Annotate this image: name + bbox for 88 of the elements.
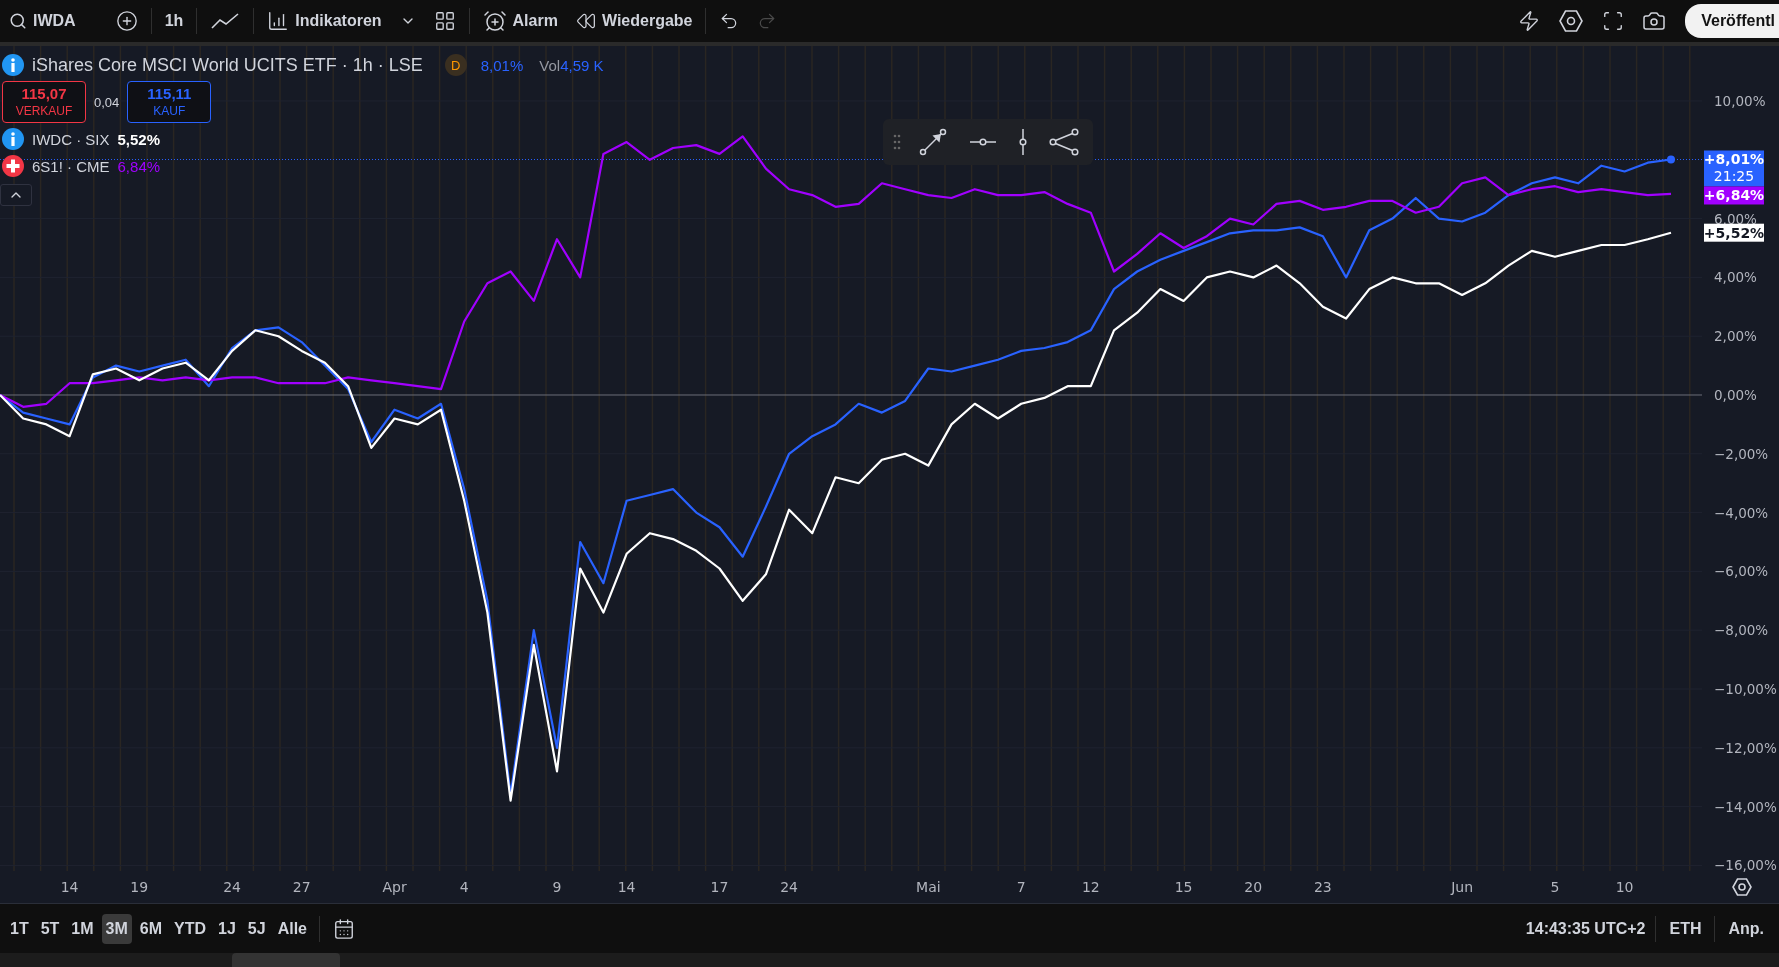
- lightning-icon: [1518, 10, 1541, 32]
- date-label: 9: [552, 879, 562, 895]
- date-label: 17: [710, 879, 729, 895]
- calendar-icon: [333, 917, 355, 940]
- interval-button[interactable]: 1h: [155, 6, 193, 36]
- axis-label: −8,00%: [1714, 622, 1769, 639]
- clock-time: 14:43:35 UTC+2: [1525, 919, 1646, 938]
- date-label: 7: [1016, 879, 1026, 895]
- date-label: 15: [1174, 879, 1193, 895]
- change-value: 8,01%: [480, 56, 524, 74]
- volume-value: 4,59 K: [560, 56, 604, 74]
- adjust-button[interactable]: Anp.: [1719, 913, 1773, 944]
- scroll-thumb[interactable]: [232, 953, 340, 967]
- date-label: 14: [60, 879, 79, 895]
- axis-label: 2,00%: [1714, 328, 1757, 345]
- axis-label: −10,00%: [1714, 681, 1777, 697]
- compare-change: 6,84%: [117, 157, 161, 175]
- publish-button[interactable]: Veröffentl: [1685, 4, 1779, 38]
- camera-icon: [1642, 9, 1667, 33]
- axis-label: −6,00%: [1714, 563, 1769, 580]
- range-tab[interactable]: 1M: [67, 913, 98, 944]
- compare-change: 5,52%: [117, 130, 161, 148]
- date-label: 12: [1081, 879, 1100, 895]
- alarm-clock-icon: [482, 9, 507, 33]
- range-tab[interactable]: 6M: [135, 913, 167, 944]
- buy-button[interactable]: 115,11 KAUF: [127, 81, 212, 123]
- dividend-badge: D: [444, 54, 467, 76]
- symbol-title: iShares Core MSCI World UCITS ETF · 1h · LSE: [32, 54, 423, 76]
- axis-label: 10,00%: [1714, 93, 1766, 109]
- axis-label: −4,00%: [1714, 504, 1769, 521]
- arrow-line-icon: [919, 128, 947, 156]
- alarm-button[interactable]: Alarm: [473, 3, 567, 39]
- range-tab[interactable]: 5T: [36, 913, 64, 944]
- date-label: 24: [223, 879, 241, 895]
- grid-icon: [433, 10, 456, 32]
- last-price-dot: [1667, 155, 1675, 164]
- date-label: 23: [1313, 879, 1332, 895]
- axis-label: 4,00%: [1714, 269, 1757, 286]
- date-label: 14: [617, 879, 636, 895]
- date-label: Jun: [1451, 879, 1474, 895]
- indicators-button[interactable]: Indikatoren: [258, 4, 391, 38]
- price-badge: +6,84%: [1703, 186, 1765, 205]
- axis-label: 0,00%: [1714, 387, 1757, 403]
- settings-icon[interactable]: [1732, 878, 1752, 896]
- symbol-search[interactable]: IWDA: [0, 6, 85, 36]
- date-label: 19: [130, 879, 149, 895]
- vertical-line-icon: [1019, 128, 1027, 156]
- range-tab[interactable]: YTD: [170, 913, 211, 944]
- range-tab[interactable]: Alle: [273, 913, 311, 944]
- drag-handle-icon[interactable]: [893, 134, 901, 150]
- bar-chart-icon: [267, 10, 290, 32]
- compare-symbol: IWDC · SIX: [32, 130, 110, 148]
- collapse-button[interactable]: [0, 184, 32, 206]
- horizontal-line-icon: [969, 138, 997, 146]
- date-label: 20: [1244, 879, 1263, 895]
- info-icon: [2, 54, 24, 76]
- axis-label: −16,00%: [1714, 857, 1777, 874]
- date-label: Mai: [916, 879, 941, 895]
- axis-label: −2,00%: [1714, 445, 1769, 462]
- sell-button[interactable]: 115,07 VERKAUF: [2, 81, 86, 123]
- plus-circle-icon: [115, 10, 138, 32]
- search-icon: [9, 12, 27, 30]
- info-icon: [2, 128, 24, 150]
- line-chart-icon: [210, 11, 241, 31]
- range-tab[interactable]: 3M: [101, 913, 132, 944]
- cross-flag-icon: [2, 155, 24, 177]
- axis-label: −14,00%: [1714, 798, 1777, 815]
- fullscreen-icon: [1602, 10, 1625, 32]
- range-tab[interactable]: 1T: [6, 913, 33, 944]
- date-label: 10: [1615, 879, 1634, 895]
- fork-line-icon: [1049, 128, 1079, 156]
- price-badge: +8,01% 21:25: [1703, 150, 1765, 187]
- volume-label: Vol: [539, 56, 561, 74]
- date-label: 5: [1550, 879, 1560, 895]
- date-label: 24: [780, 879, 798, 895]
- session-button[interactable]: ETH: [1660, 913, 1711, 944]
- settings-icon: [1558, 9, 1585, 33]
- rewind-icon: [575, 11, 596, 31]
- replay-button[interactable]: Wiedergabe: [566, 5, 702, 37]
- compare-symbol: 6S1! · CME: [32, 157, 110, 175]
- date-label: 27: [292, 879, 311, 895]
- price-badge: +5,52%: [1703, 223, 1765, 242]
- date-label: 4: [459, 879, 469, 895]
- range-tab[interactable]: 5J: [243, 913, 270, 944]
- date-label: Apr: [382, 879, 407, 895]
- axis-label: −12,00%: [1714, 739, 1777, 756]
- range-tab[interactable]: 1J: [214, 913, 240, 944]
- spread-value: 0,04: [94, 94, 120, 110]
